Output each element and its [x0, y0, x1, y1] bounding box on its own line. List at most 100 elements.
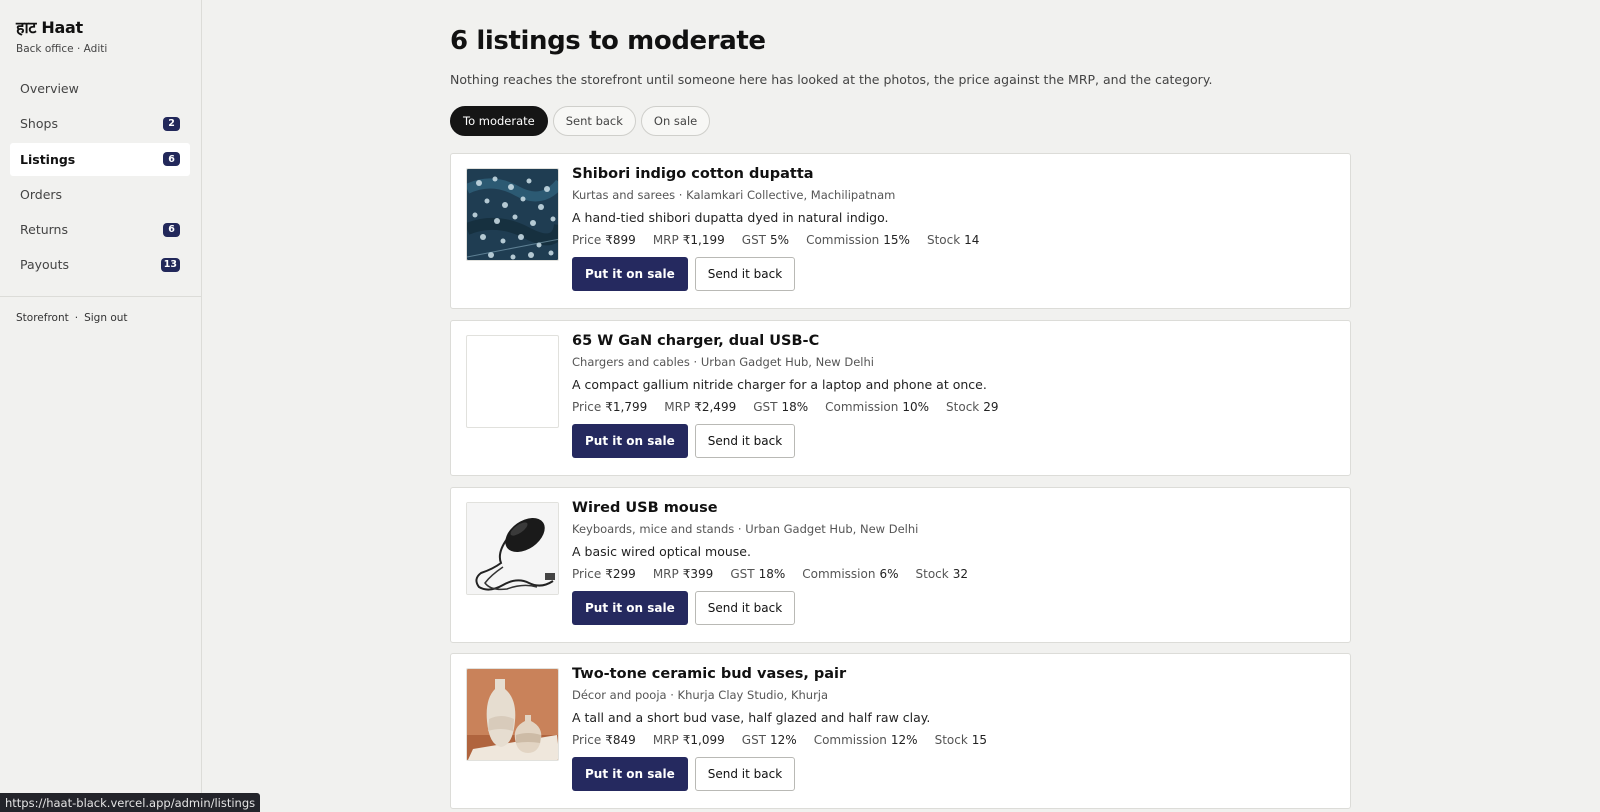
- stat-label: Stock: [934, 733, 968, 747]
- listing-stats: Price ₹849 MRP ₹1,099 GST 12% Commission 12%…: [572, 733, 1332, 747]
- storefront-link[interactable]: Storefront: [16, 312, 69, 324]
- stat-label: Price: [572, 567, 602, 581]
- sidebar-item-orders[interactable]: Orders: [10, 178, 190, 211]
- stat-value: 6%: [879, 567, 899, 581]
- put-on-sale-button[interactable]: Put it on sale: [572, 591, 688, 625]
- sidebar-item-payouts[interactable]: Payouts 13: [10, 248, 190, 281]
- stat-gst: GST 5%: [742, 233, 789, 247]
- stat-value: ₹399: [682, 567, 714, 581]
- listing-title: Wired USB mouse: [572, 500, 718, 516]
- listing-description: A compact gallium nitride charger for a …: [572, 377, 987, 392]
- stat-stock: Stock 29: [946, 400, 999, 414]
- brand-subtitle: Back office · Aditi: [16, 43, 108, 55]
- stat-value: 18%: [781, 400, 809, 414]
- send-back-button[interactable]: Send it back: [694, 591, 796, 625]
- sidebar-nav: Overview Shops 2 Listings 6 Orders Retur…: [10, 72, 190, 284]
- product-image-mouse: [466, 502, 559, 595]
- tab-on-sale[interactable]: On sale: [640, 106, 711, 136]
- count-badge: 13: [160, 257, 180, 272]
- listing-description: A hand-tied shibori dupatta dyed in natu…: [572, 210, 889, 225]
- sidebar-divider: [0, 296, 201, 297]
- brand: हाट Haat Back office · Aditi: [16, 16, 107, 55]
- sidebar-item-returns[interactable]: Returns 6: [10, 213, 190, 246]
- product-image-shibori: [466, 168, 559, 261]
- put-on-sale-button[interactable]: Put it on sale: [572, 257, 688, 291]
- count-badge: 2: [163, 116, 180, 131]
- stat-value: ₹299: [605, 567, 636, 581]
- stat-label: MRP: [664, 400, 691, 414]
- listing-title: Shibori indigo cotton dupatta: [572, 166, 814, 182]
- sidebar: हाट Haat Back office · Aditi Overview Sh…: [0, 0, 202, 812]
- listing-info: Two-tone ceramic bud vases, pair Décor a…: [572, 666, 1332, 791]
- send-back-button[interactable]: Send it back: [694, 757, 796, 791]
- count-badge: 6: [163, 152, 180, 167]
- send-back-button[interactable]: Send it back: [694, 257, 796, 291]
- stat-label: GST: [741, 733, 767, 747]
- sidebar-item-label: Returns: [20, 222, 68, 238]
- link-separator: ·: [74, 312, 79, 324]
- listing-description: A tall and a short bud vase, half glazed…: [572, 710, 931, 725]
- tab-to-moderate[interactable]: To moderate: [450, 106, 548, 136]
- stat-value: 5%: [770, 233, 790, 247]
- listing-title: 65 W GaN charger, dual USB-C: [572, 333, 820, 349]
- stat-price: Price ₹299: [572, 567, 636, 581]
- listing-card: Wired USB mouse Keyboards, mice and stan…: [450, 487, 1351, 643]
- stat-stock: Stock 32: [916, 567, 969, 581]
- stat-gst: GST 18%: [730, 567, 785, 581]
- page-description: Nothing reaches the storefront until som…: [450, 72, 1213, 87]
- sidebar-item-label: Orders: [20, 186, 63, 202]
- sign-out-link[interactable]: Sign out: [84, 312, 127, 324]
- stat-label: MRP: [652, 733, 679, 747]
- stat-stock: Stock 15: [935, 733, 988, 747]
- put-on-sale-button[interactable]: Put it on sale: [572, 757, 688, 791]
- stat-value: 10%: [902, 400, 930, 414]
- stat-value: 12%: [770, 733, 797, 747]
- listing-meta: Décor and pooja · Khurja Clay Studio, Kh…: [572, 688, 829, 702]
- stat-price: Price ₹849: [572, 733, 636, 747]
- stat-label: MRP: [652, 233, 679, 247]
- stat-value: 14: [964, 233, 980, 247]
- listing-actions: Put it on sale Send it back: [572, 424, 1332, 458]
- stat-commission: Commission 10%: [825, 400, 929, 414]
- product-image-vases: [466, 668, 559, 761]
- stat-value: 15: [971, 733, 988, 747]
- put-on-sale-button[interactable]: Put it on sale: [572, 424, 688, 458]
- stat-mrp: MRP ₹1,199: [653, 233, 725, 247]
- sidebar-item-label: Listings: [20, 151, 76, 167]
- page-title: 6 listings to moderate: [450, 26, 766, 56]
- stat-value: ₹849: [605, 733, 636, 747]
- sidebar-item-label: Payouts: [20, 257, 70, 273]
- product-image-blank: [466, 335, 559, 428]
- stat-label: GST: [730, 567, 755, 581]
- listing-title: Two-tone ceramic bud vases, pair: [572, 666, 847, 682]
- status-bar-url: https://haat-black.vercel.app/admin/list…: [0, 793, 261, 812]
- stat-label: Price: [572, 400, 602, 414]
- stat-value: 12%: [890, 733, 918, 747]
- sidebar-item-label: Overview: [20, 81, 79, 96]
- stat-value: 18%: [758, 567, 786, 581]
- stat-label: Stock: [915, 567, 949, 581]
- stat-price: Price ₹899: [572, 233, 636, 247]
- stat-value: 29: [983, 400, 999, 414]
- sidebar-item-overview[interactable]: Overview: [10, 72, 190, 105]
- listing-meta: Kurtas and sarees · Kalamkari Collective…: [572, 188, 896, 202]
- listing-info: Shibori indigo cotton dupatta Kurtas and…: [572, 166, 1332, 291]
- send-back-button[interactable]: Send it back: [694, 424, 796, 458]
- sidebar-item-listings[interactable]: Listings 6: [10, 142, 190, 176]
- tab-sent-back[interactable]: Sent back: [552, 106, 636, 136]
- stat-label: GST: [741, 233, 767, 247]
- stat-stock: Stock 14: [927, 233, 980, 247]
- stat-value: ₹1,199: [682, 233, 725, 247]
- listing-actions: Put it on sale Send it back: [572, 591, 1332, 625]
- listing-description: A basic wired optical mouse.: [572, 544, 751, 559]
- listing-stats: Price ₹299 MRP ₹399 GST 18% Commission 6% St…: [572, 567, 1332, 581]
- stat-gst: GST 12%: [742, 733, 797, 747]
- sidebar-footer-links: Storefront · Sign out: [16, 312, 128, 324]
- listing-stats: Price ₹899 MRP ₹1,199 GST 5% Commission 15% …: [572, 233, 1332, 247]
- stat-gst: GST 18%: [753, 400, 808, 414]
- stat-mrp: MRP ₹399: [653, 567, 713, 581]
- sidebar-item-shops[interactable]: Shops 2: [10, 107, 190, 140]
- sidebar-item-label: Shops: [20, 116, 58, 132]
- brand-logo[interactable]: हाट Haat: [16, 16, 107, 38]
- listing-info: 65 W GaN charger, dual USB-C Chargers an…: [572, 333, 1332, 458]
